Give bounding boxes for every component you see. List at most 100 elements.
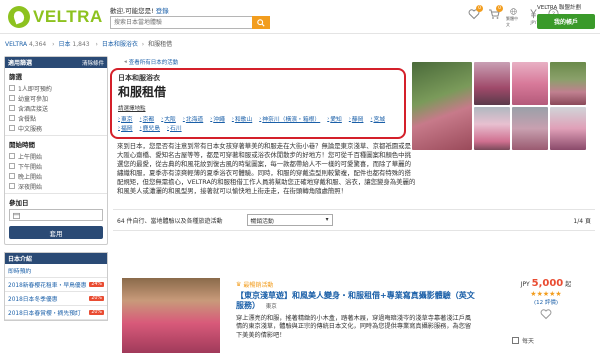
- sort-dropdown[interactable]: 暢銷活動 ▾: [246, 214, 333, 226]
- area-links: › 東京 › 京都 › 大阪 › 北海道 › 沖繩 › 和歌山 › 神奈川（橫濱・箱根） › 愛…: [118, 114, 400, 133]
- checkbox-icon: [9, 95, 15, 101]
- apply-button[interactable]: 套用: [9, 226, 103, 239]
- date-input[interactable]: [9, 209, 103, 221]
- breadcrumb-japan[interactable]: 日本: [58, 41, 70, 48]
- crown-icon: ♛: [236, 281, 242, 288]
- search-input[interactable]: [110, 16, 252, 29]
- bestseller-label: 最暢銷活動: [243, 282, 274, 289]
- favorite-button[interactable]: 0: [466, 5, 483, 28]
- area-link[interactable]: › 東京: [118, 114, 133, 124]
- partner-program-link[interactable]: VELTRA 聯盟計劃: [537, 3, 581, 11]
- result-count: 64 件自行、當地體驗以及各種旅遊活動: [117, 217, 223, 225]
- chevron-right-icon: ›: [182, 115, 185, 122]
- category-title-box: 日本和服浴衣 和服租借 請選擇地點 › 東京 › 京都 › 大阪 › 北海道 › 沖繩 ›…: [110, 68, 406, 139]
- japan-intro-item[interactable]: 2018新春櫻花租車・早鳥優惠 24%: [5, 278, 107, 292]
- review-count[interactable]: (12 評價): [506, 298, 586, 306]
- gallery-photo[interactable]: [550, 107, 586, 150]
- gallery-photo[interactable]: [512, 62, 548, 105]
- heart-icon[interactable]: [540, 308, 552, 320]
- area-link[interactable]: › 和歌山: [232, 114, 252, 124]
- language-label: 繁體中文: [506, 16, 518, 27]
- area-link[interactable]: › 大阪: [161, 114, 176, 124]
- japan-intro-label: 即時預約: [8, 269, 32, 275]
- breadcrumb-count: 4,364: [29, 41, 47, 48]
- area-link[interactable]: › 鹿兒島: [140, 123, 160, 133]
- area-link[interactable]: › 福岡: [118, 123, 133, 133]
- checkbox-label: 1人即可預約: [18, 85, 52, 93]
- price-box: JPY 5,000 起 ★★★★★ (12 評價): [506, 278, 586, 322]
- chevron-right-icon: ›: [167, 124, 170, 131]
- gallery-photo[interactable]: [474, 62, 510, 105]
- rating-stars: ★★★★★: [530, 290, 562, 298]
- area-link[interactable]: › 靜岡: [349, 114, 364, 124]
- activity-card[interactable]: ♛ 最暢銷活動 【東京淺草遊】和風美人變身・和服租借+專業寫真攝影體驗（英文服務…: [113, 236, 595, 353]
- japan-intro-title: 日本介紹: [5, 253, 107, 264]
- breadcrumb-separator: ›: [52, 41, 55, 48]
- welcome-text: 歡迎,可能您是!: [110, 7, 154, 15]
- veltra-logo[interactable]: VELTRA: [8, 6, 103, 28]
- my-account-button[interactable]: 我的帳戶: [537, 14, 595, 29]
- category-subtitle: 日本和服浴衣: [118, 74, 160, 82]
- breadcrumb-kimono[interactable]: 日本和服浴衣: [102, 41, 138, 48]
- gallery-photo[interactable]: [412, 62, 472, 150]
- search-button[interactable]: [252, 16, 270, 29]
- checkbox-label: 下午開始: [18, 163, 43, 171]
- area-link[interactable]: › 北海道: [182, 114, 203, 124]
- gallery-photo[interactable]: [550, 62, 586, 105]
- breadcrumb: VELTRA 4,364 › 日本 1,843 › 日本和服浴衣 › 和服租借: [5, 39, 172, 48]
- breadcrumb-current: 和服租借: [148, 41, 173, 48]
- area-link[interactable]: › 石川: [167, 123, 182, 133]
- login-link[interactable]: 登錄: [156, 7, 169, 15]
- clear-filters-link[interactable]: 清除條件: [82, 59, 104, 67]
- filter-section-title: 開始時間: [9, 141, 35, 149]
- filter-checkbox[interactable]: 深夜開始: [9, 181, 103, 191]
- filter-checkbox[interactable]: 上午開始: [9, 151, 103, 161]
- filter-checkbox[interactable]: 1人即可預約: [9, 83, 103, 93]
- gallery-photo[interactable]: [512, 107, 548, 150]
- japan-intro-item[interactable]: 2018日本冬季優惠 20%: [5, 292, 107, 306]
- welcome-message: 歡迎,可能您是! 登錄: [110, 5, 169, 15]
- view-all-japan-link[interactable]: ◂ 查看所有日本的活動: [124, 58, 178, 66]
- price: JPY 5,000 起: [506, 278, 586, 289]
- filter-checkbox[interactable]: 幼童可參加: [9, 93, 103, 103]
- breadcrumb-separator: ›: [141, 41, 145, 48]
- search-bar: [110, 16, 270, 29]
- price-currency: JPY: [520, 281, 530, 288]
- checkbox-icon: [9, 163, 15, 169]
- activity-title[interactable]: 【東京淺草遊】和風美人變身・和服租借+專業寫真攝影體驗（英文服務） 東京: [236, 291, 476, 312]
- filter-checkbox[interactable]: 含餐點: [9, 113, 103, 123]
- filter-checkbox[interactable]: 中文服務: [9, 123, 103, 133]
- discount-badge: 20%: [89, 296, 104, 301]
- language-button[interactable]: 繁體中文: [506, 8, 521, 28]
- checkbox-label: 含酒店接送: [18, 105, 49, 113]
- filter-section: 篩選 1人即可預約 幼童可參加 含酒店接送 含餐點 中文服務: [5, 68, 107, 136]
- area-link[interactable]: › 神奈川（橫濱・箱根）: [259, 114, 320, 124]
- sidebar: 適用篩選 清除條件 篩選 1人即可預約 幼童可參加 含酒店接送 含餐點 中文服務…: [4, 56, 108, 321]
- activity-image[interactable]: [122, 278, 220, 353]
- checkbox-label: 中文服務: [18, 125, 43, 133]
- cart-count: 0: [496, 5, 503, 12]
- arrow-left-icon: ◂: [124, 59, 127, 65]
- filter-checkbox[interactable]: 晚上開始: [9, 171, 103, 181]
- chevron-down-icon: ▾: [325, 217, 329, 223]
- cart-button[interactable]: 0: [486, 5, 503, 28]
- filter-checkbox[interactable]: 含酒店接送: [9, 103, 103, 113]
- chevron-right-icon: ›: [370, 115, 373, 122]
- schedule: 每天: [512, 336, 534, 345]
- schedule-label: 每天: [522, 338, 535, 345]
- area-link[interactable]: › 宮城: [370, 114, 385, 124]
- checkbox-icon: [9, 125, 15, 131]
- activity-description: 穿上漂亮的和服，搖著精緻的小木盒，踏著木屐，穿過晦暗淺岑的淺草寺靠著淺江戶風情的…: [236, 315, 472, 339]
- area-link[interactable]: › 沖繩: [210, 114, 225, 124]
- logo-mark-icon: [8, 6, 30, 28]
- japan-intro-item[interactable]: 2018日本春賞櫻・摘先預訂 20%: [5, 306, 107, 320]
- breadcrumb-veltra[interactable]: VELTRA: [5, 41, 27, 48]
- checkbox-icon: [9, 85, 15, 91]
- gallery-photo[interactable]: [474, 107, 510, 150]
- japan-intro-item[interactable]: 即時預約: [5, 264, 107, 278]
- area-link[interactable]: › 愛知: [327, 114, 342, 124]
- view-all-label: 查看所有日本的活動: [128, 60, 179, 66]
- filter-title: 適用篩選: [8, 60, 33, 67]
- filter-checkbox[interactable]: 下午開始: [9, 161, 103, 171]
- area-link[interactable]: › 京都: [140, 114, 155, 124]
